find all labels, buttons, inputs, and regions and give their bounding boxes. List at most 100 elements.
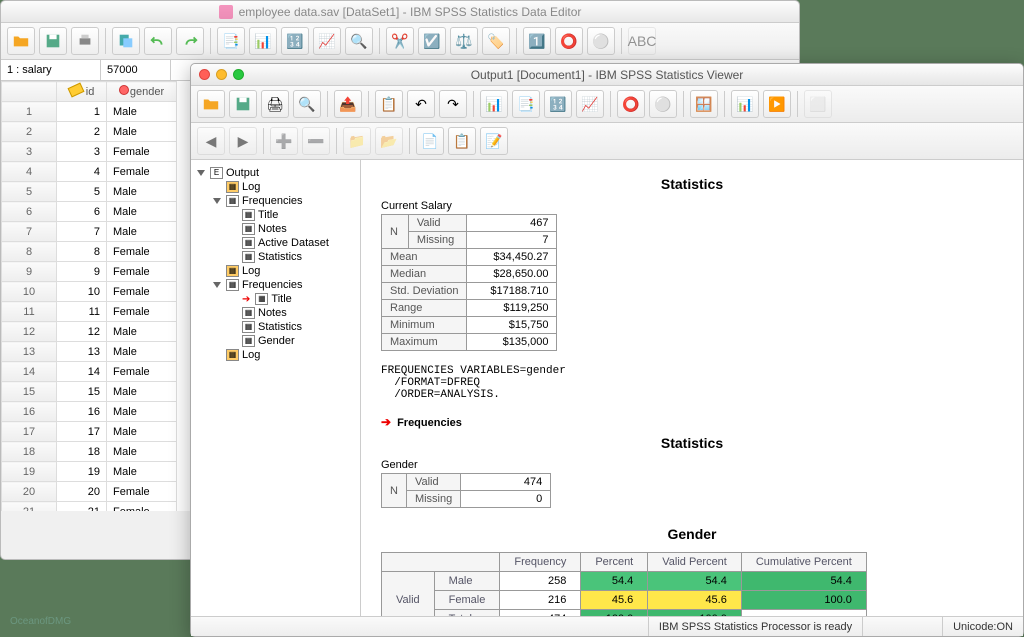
outline-item[interactable]: ▦Frequencies bbox=[193, 194, 358, 208]
outline-item[interactable]: ➔▦Title bbox=[193, 292, 358, 306]
goto-case-icon[interactable]: 📑 bbox=[217, 27, 245, 55]
hide-icon[interactable]: 📋 bbox=[448, 127, 476, 155]
find-icon[interactable]: 🔍 bbox=[345, 27, 373, 55]
run-desc-icon[interactable]: 📈 bbox=[313, 27, 341, 55]
save-icon[interactable] bbox=[229, 90, 257, 118]
print-icon[interactable]: 🖨 bbox=[261, 90, 289, 118]
outline-item[interactable]: ▦Active Dataset bbox=[193, 236, 358, 250]
data-row[interactable]: 11Male bbox=[2, 102, 177, 122]
run-script-icon[interactable]: ▶️ bbox=[763, 90, 791, 118]
promote-icon[interactable]: ➕ bbox=[270, 127, 298, 155]
data-row[interactable]: 33Female bbox=[2, 142, 177, 162]
value-labels-icon[interactable]: 🏷️ bbox=[482, 27, 510, 55]
data-row[interactable]: 66Male bbox=[2, 202, 177, 222]
goto-var-icon[interactable]: 📊 bbox=[249, 27, 277, 55]
split-file-icon[interactable]: ✂️ bbox=[386, 27, 414, 55]
select-last-icon[interactable]: 📈 bbox=[576, 90, 604, 118]
redo-icon[interactable] bbox=[176, 27, 204, 55]
sets-icon[interactable]: ⭕ bbox=[555, 27, 583, 55]
data-row[interactable]: 1818Male bbox=[2, 442, 177, 462]
col-id[interactable]: id bbox=[57, 82, 107, 102]
undo-icon[interactable]: ↶ bbox=[407, 90, 435, 118]
col-gender[interactable]: gender bbox=[107, 82, 177, 102]
statistics-heading-1: Statistics bbox=[381, 176, 1003, 192]
outline-item[interactable]: ▦Log bbox=[193, 264, 358, 278]
spellcheck-icon[interactable]: ABC bbox=[628, 27, 656, 55]
data-row[interactable]: 88Female bbox=[2, 242, 177, 262]
open-icon[interactable] bbox=[197, 90, 225, 118]
create-graph-icon[interactable]: 📊 bbox=[731, 90, 759, 118]
data-row[interactable]: 1717Male bbox=[2, 422, 177, 442]
outline-item[interactable]: ▦Statistics bbox=[193, 320, 358, 334]
undo-icon[interactable] bbox=[144, 27, 172, 55]
sets-icon[interactable]: ⭕ bbox=[617, 90, 645, 118]
syntax-block: FREQUENCIES VARIABLES=gender /FORMAT=DFR… bbox=[381, 365, 1003, 401]
data-row[interactable]: 1616Male bbox=[2, 402, 177, 422]
back-icon[interactable]: ◀ bbox=[197, 127, 225, 155]
data-row[interactable]: 77Male bbox=[2, 222, 177, 242]
data-row[interactable]: 22Male bbox=[2, 122, 177, 142]
viewer-title-text: Output1 [Document1] - IBM SPSS Statistic… bbox=[191, 68, 1023, 82]
print-icon[interactable] bbox=[71, 27, 99, 55]
outline-item[interactable]: ▦Statistics bbox=[193, 250, 358, 264]
forward-icon[interactable]: ▶ bbox=[229, 127, 257, 155]
editor-titlebar: employee data.sav [DataSet1] - IBM SPSS … bbox=[1, 1, 799, 23]
frequencies-heading: ➔Frequencies bbox=[381, 415, 1003, 429]
data-row[interactable]: 55Male bbox=[2, 182, 177, 202]
data-row[interactable]: 1212Male bbox=[2, 322, 177, 342]
save-icon[interactable] bbox=[39, 27, 67, 55]
dim-icon[interactable]: ⬜ bbox=[804, 90, 832, 118]
output-content-pane[interactable]: Statistics Current Salary NValid467 Miss… bbox=[361, 160, 1023, 616]
salary-table-caption: Current Salary bbox=[381, 198, 557, 214]
designate-window-icon[interactable]: 🪟 bbox=[690, 90, 718, 118]
data-row[interactable]: 1515Male bbox=[2, 382, 177, 402]
outline-item[interactable]: ▦Log bbox=[193, 348, 358, 362]
viewer-titlebar[interactable]: Output1 [Document1] - IBM SPSS Statistic… bbox=[191, 64, 1023, 86]
data-row[interactable]: 2121Female bbox=[2, 502, 177, 512]
data-row[interactable]: 1313Male bbox=[2, 342, 177, 362]
red-arrow-icon: ➔ bbox=[381, 415, 391, 429]
demote-icon[interactable]: ➖ bbox=[302, 127, 330, 155]
editor-toolbar: 📑 📊 🔢 📈 🔍 ✂️ ☑️ ⚖️ 🏷️ 1️⃣ ⭕ ⚪ ABC bbox=[1, 23, 799, 60]
goto-case-icon[interactable]: 📑 bbox=[512, 90, 540, 118]
custom-icon[interactable]: ⚪ bbox=[649, 90, 677, 118]
scale-icon bbox=[67, 83, 84, 98]
variables-icon[interactable]: 🔢 bbox=[544, 90, 572, 118]
data-row[interactable]: 2020Female bbox=[2, 482, 177, 502]
data-row[interactable]: 1111Female bbox=[2, 302, 177, 322]
data-row[interactable]: 44Female bbox=[2, 162, 177, 182]
data-row[interactable]: 1414Female bbox=[2, 362, 177, 382]
show-icon[interactable]: 📄 bbox=[416, 127, 444, 155]
data-row[interactable]: 1919Male bbox=[2, 462, 177, 482]
custom-icon[interactable]: ⚪ bbox=[587, 27, 615, 55]
goto-data-icon[interactable]: 📊 bbox=[480, 90, 508, 118]
outline-root[interactable]: EOutput bbox=[193, 166, 358, 180]
outline-pane[interactable]: EOutput ▦Log▦Frequencies▦Title▦Notes▦Act… bbox=[191, 160, 361, 616]
outline-item[interactable]: ▦Gender bbox=[193, 334, 358, 348]
open-icon[interactable] bbox=[7, 27, 35, 55]
insert-heading-icon[interactable]: 📝 bbox=[480, 127, 508, 155]
data-row[interactable]: 99Female bbox=[2, 262, 177, 282]
status-ready: IBM SPSS Statistics Processor is ready bbox=[648, 617, 862, 636]
select-cases-icon[interactable]: ☑️ bbox=[418, 27, 446, 55]
recall-dialog-icon[interactable] bbox=[112, 27, 140, 55]
outline-item[interactable]: ▦Title bbox=[193, 208, 358, 222]
outline-item[interactable]: ▦Frequencies bbox=[193, 278, 358, 292]
preview-icon[interactable]: 🔍 bbox=[293, 90, 321, 118]
cell-value[interactable]: 57000 bbox=[101, 60, 171, 80]
watermark: OceanofDMG bbox=[10, 616, 71, 627]
outline-item[interactable]: ▦Log bbox=[193, 180, 358, 194]
expand-icon[interactable]: 📁 bbox=[343, 127, 371, 155]
show-labels-icon[interactable]: 1️⃣ bbox=[523, 27, 551, 55]
weight-icon[interactable]: ⚖️ bbox=[450, 27, 478, 55]
outline-item[interactable]: ▦Notes bbox=[193, 306, 358, 320]
outline-item[interactable]: ▦Notes bbox=[193, 222, 358, 236]
recall-dialog-icon[interactable]: 📋 bbox=[375, 90, 403, 118]
data-row[interactable]: 1010Female bbox=[2, 282, 177, 302]
nominal-icon bbox=[119, 85, 129, 95]
variables-icon[interactable]: 🔢 bbox=[281, 27, 309, 55]
gender-statistics-table: Gender NValid474 Missing0 bbox=[381, 457, 551, 508]
collapse-icon[interactable]: 📂 bbox=[375, 127, 403, 155]
export-icon[interactable]: 📤 bbox=[334, 90, 362, 118]
redo-icon[interactable]: ↷ bbox=[439, 90, 467, 118]
